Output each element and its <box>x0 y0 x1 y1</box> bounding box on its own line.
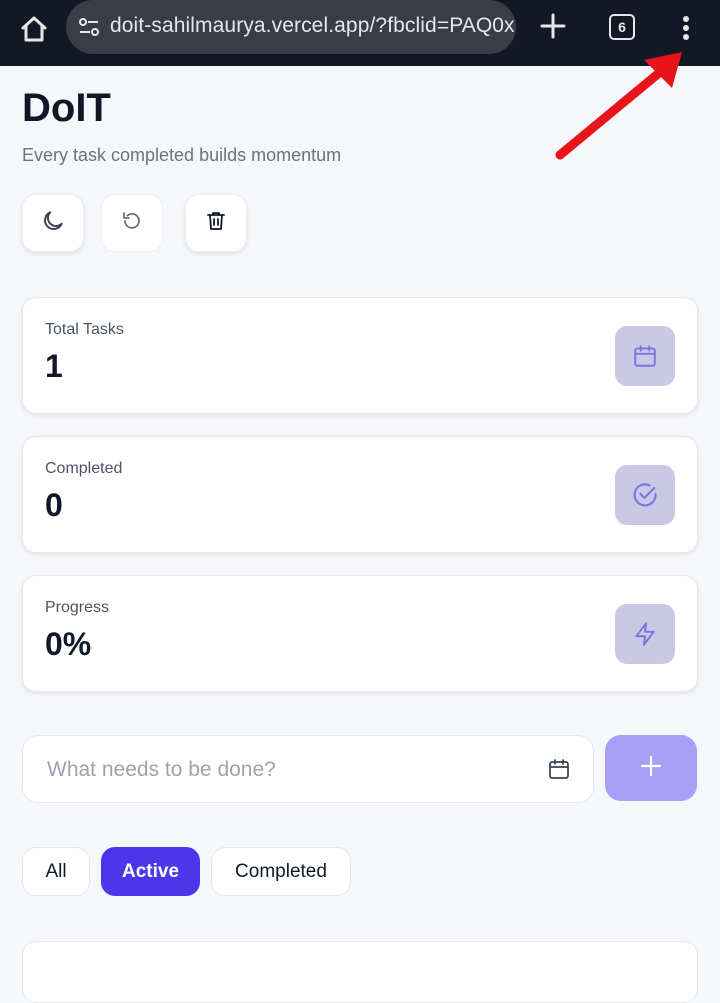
task-input[interactable] <box>45 736 529 804</box>
filter-tab-all[interactable]: All <box>22 847 90 896</box>
filter-tab-active[interactable]: Active <box>101 847 200 896</box>
undo-icon <box>120 209 144 238</box>
trash-icon <box>204 209 228 238</box>
app-subtitle: Every task completed builds momentum <box>22 145 342 165</box>
add-task-button[interactable] <box>605 735 697 801</box>
stat-value: 0% <box>45 626 92 662</box>
stat-card-completed: Completed 0 <box>22 436 698 553</box>
moon-icon <box>40 208 66 239</box>
stat-label: Total Tasks <box>45 321 124 338</box>
stat-label: Progress <box>45 599 110 616</box>
stat-card-total: Total Tasks 1 <box>22 297 698 414</box>
calendar-icon <box>615 326 675 386</box>
task-list-item[interactable] <box>22 941 698 1003</box>
home-icon[interactable] <box>18 13 50 45</box>
theme-toggle-button[interactable] <box>22 194 84 252</box>
url-text: doit-sahilmaurya.vercel.app/?fbclid=PAQ0… <box>110 14 516 37</box>
clear-all-button[interactable] <box>185 194 247 252</box>
stat-card-progress: Progress 0% <box>22 575 698 692</box>
site-info-icon[interactable] <box>78 16 100 38</box>
stat-value: 1 <box>45 348 63 384</box>
annotation-arrow-icon <box>555 52 682 160</box>
task-input-container <box>22 735 594 804</box>
filter-tab-completed[interactable]: Completed <box>211 847 351 896</box>
address-bar[interactable]: doit-sahilmaurya.vercel.app/?fbclid=PAQ0… <box>66 0 516 54</box>
calendar-icon[interactable] <box>547 757 571 781</box>
undo-button[interactable] <box>101 194 163 252</box>
stat-value: 0 <box>45 487 63 523</box>
lightning-icon <box>615 604 675 664</box>
stat-label: Completed <box>45 460 123 477</box>
app-title: DoIT <box>22 86 111 130</box>
plus-icon <box>639 754 663 783</box>
check-circle-icon <box>615 465 675 525</box>
